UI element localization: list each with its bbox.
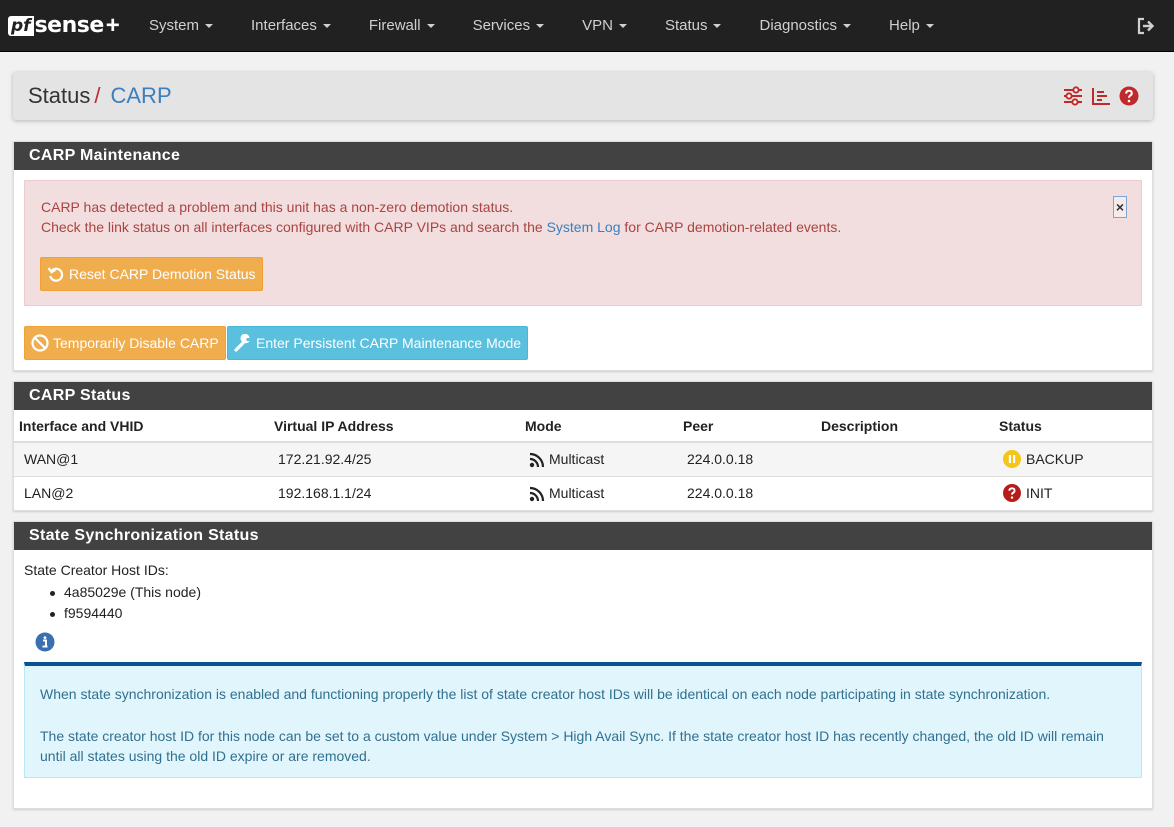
log-chart-icon[interactable] xyxy=(1091,86,1111,106)
nav-label: Firewall xyxy=(368,17,421,34)
status-label: INIT xyxy=(1026,485,1053,502)
caret-down-icon xyxy=(843,23,852,28)
system-log-link[interactable]: System Log xyxy=(547,219,621,235)
header-icons xyxy=(1063,86,1139,106)
info-paragraph-1: When state synchronization is enabled an… xyxy=(40,686,1051,702)
help-icon[interactable] xyxy=(1119,86,1139,106)
nav-label: Interfaces xyxy=(251,17,317,34)
column-header[interactable]: Virtual IP Address xyxy=(273,410,524,443)
interface-cell: WAN@1 xyxy=(14,441,273,476)
caret-down-icon xyxy=(713,23,722,28)
demotion-alert: CARP has detected a problem and this uni… xyxy=(24,180,1142,306)
nav-item-vpn[interactable]: VPN xyxy=(563,0,646,52)
mode-label: Multicast xyxy=(549,451,605,468)
column-header[interactable]: Peer xyxy=(682,410,820,443)
breadcrumb-parent[interactable]: Status xyxy=(28,83,90,109)
mode-label: Multicast xyxy=(549,485,605,502)
carp-maintenance-panel: CARP Maintenance CARP has detected a pro… xyxy=(13,141,1153,371)
panel-title: State Synchronization Status xyxy=(14,522,1152,550)
peer-cell: 224.0.0.18 xyxy=(682,441,820,476)
logo-pf: pf xyxy=(8,15,34,36)
rss-icon xyxy=(529,452,545,467)
reset-demotion-button[interactable]: Reset CARP Demotion Status xyxy=(40,257,263,291)
button-label: Reset CARP Demotion Status xyxy=(69,266,256,282)
list-item: 4a85029e (This node) xyxy=(50,582,201,603)
sync-info-alert: When state synchronization is enabled an… xyxy=(24,662,1142,778)
caret-down-icon xyxy=(426,23,435,28)
caret-down-icon xyxy=(925,23,934,28)
button-label: Enter Persistent CARP Maintenance Mode xyxy=(256,335,522,351)
list-item: f9594440 xyxy=(50,603,201,624)
vip-cell: 192.168.1.1/24 xyxy=(273,475,524,510)
caret-down-icon xyxy=(536,23,545,28)
panel-title: CARP Status xyxy=(14,382,1152,410)
question-circle-icon xyxy=(1003,484,1021,503)
column-header[interactable]: Status xyxy=(998,410,1152,443)
top-navbar: pf sense + System Interfaces Firewall Se… xyxy=(0,0,1174,52)
column-header[interactable]: Description xyxy=(820,410,998,443)
nav-menu: System Interfaces Firewall Services VPN … xyxy=(130,0,953,52)
logo-plus: + xyxy=(105,11,120,39)
nav-item-firewall[interactable]: Firewall xyxy=(350,0,454,52)
nav-item-status[interactable]: Status xyxy=(646,0,741,52)
nav-label: VPN xyxy=(582,17,613,34)
status-cell: INIT xyxy=(998,475,1152,510)
rss-icon xyxy=(529,486,545,501)
maintenance-mode-button[interactable]: Enter Persistent CARP Maintenance Mode xyxy=(227,326,529,360)
host-ids-label: State Creator Host IDs: xyxy=(24,562,169,578)
alert-message-2: Check the link status on all interfaces … xyxy=(41,219,841,235)
pfsense-logo[interactable]: pf sense + xyxy=(8,12,128,40)
nav-item-services[interactable]: Services xyxy=(454,0,564,52)
nav-label: Help xyxy=(889,17,920,34)
host-ids-list: 4a85029e (This node) f9594440 xyxy=(50,582,201,624)
nav-item-diagnostics[interactable]: Diagnostics xyxy=(740,0,870,52)
table-row: WAN@1 172.21.92.4/25 Multicast 224.0.0.1… xyxy=(14,441,1152,476)
breadcrumb-current[interactable]: CARP xyxy=(111,83,172,109)
description-cell xyxy=(820,475,998,510)
vip-cell: 172.21.92.4/25 xyxy=(273,441,524,476)
caret-down-icon xyxy=(205,23,214,28)
button-label: Temporarily Disable CARP xyxy=(53,335,219,351)
interface-cell: LAN@2 xyxy=(14,475,273,510)
peer-cell: 224.0.0.18 xyxy=(682,475,820,510)
logout-icon[interactable] xyxy=(1136,16,1156,36)
close-alert-button[interactable]: × xyxy=(1113,196,1127,218)
carp-status-table: Interface and VHID Virtual IP Address Mo… xyxy=(14,410,1152,510)
caret-down-icon xyxy=(618,23,627,28)
carp-status-panel: CARP Status Interface and VHID Virtual I… xyxy=(13,381,1153,511)
description-cell xyxy=(820,441,998,476)
logo-sense: sense xyxy=(34,13,105,38)
status-cell: BACKUP xyxy=(998,441,1152,476)
nav-label: System xyxy=(149,17,200,34)
nav-label: Diagnostics xyxy=(759,17,838,34)
info-icon[interactable] xyxy=(35,632,55,652)
undo-icon xyxy=(47,267,64,282)
pause-circle-icon xyxy=(1003,450,1021,469)
nav-item-interfaces[interactable]: Interfaces xyxy=(232,0,350,52)
nav-label: Status xyxy=(664,17,708,34)
caret-down-icon xyxy=(322,23,331,28)
info-paragraph-2: The state creator host ID for this node … xyxy=(40,728,1104,764)
sliders-icon[interactable] xyxy=(1063,86,1083,106)
state-sync-panel: State Synchronization Status State Creat… xyxy=(13,521,1153,809)
alert-message-1: CARP has detected a problem and this uni… xyxy=(41,199,514,215)
panel-title: CARP Maintenance xyxy=(14,142,1152,170)
column-header[interactable]: Interface and VHID xyxy=(14,410,273,443)
nav-item-help[interactable]: Help xyxy=(870,0,953,52)
disable-carp-button[interactable]: Temporarily Disable CARP xyxy=(24,326,226,360)
table-row: LAN@2 192.168.1.1/24 Multicast 224.0.0.1… xyxy=(14,475,1152,510)
ban-icon xyxy=(31,334,49,352)
mode-cell: Multicast xyxy=(524,475,682,510)
alert-text: Check the link status on all interfaces … xyxy=(41,219,547,235)
table-header-row: Interface and VHID Virtual IP Address Mo… xyxy=(14,410,1152,443)
column-header[interactable]: Mode xyxy=(524,410,682,443)
nav-item-system[interactable]: System xyxy=(130,0,232,52)
page-header: Status / CARP xyxy=(13,72,1153,120)
wrench-icon xyxy=(234,334,250,352)
nav-label: Services xyxy=(472,17,531,34)
status-label: BACKUP xyxy=(1026,451,1084,468)
mode-cell: Multicast xyxy=(524,441,682,476)
breadcrumb-separator: / xyxy=(94,83,101,108)
alert-text: for CARP demotion-related events. xyxy=(620,219,842,235)
